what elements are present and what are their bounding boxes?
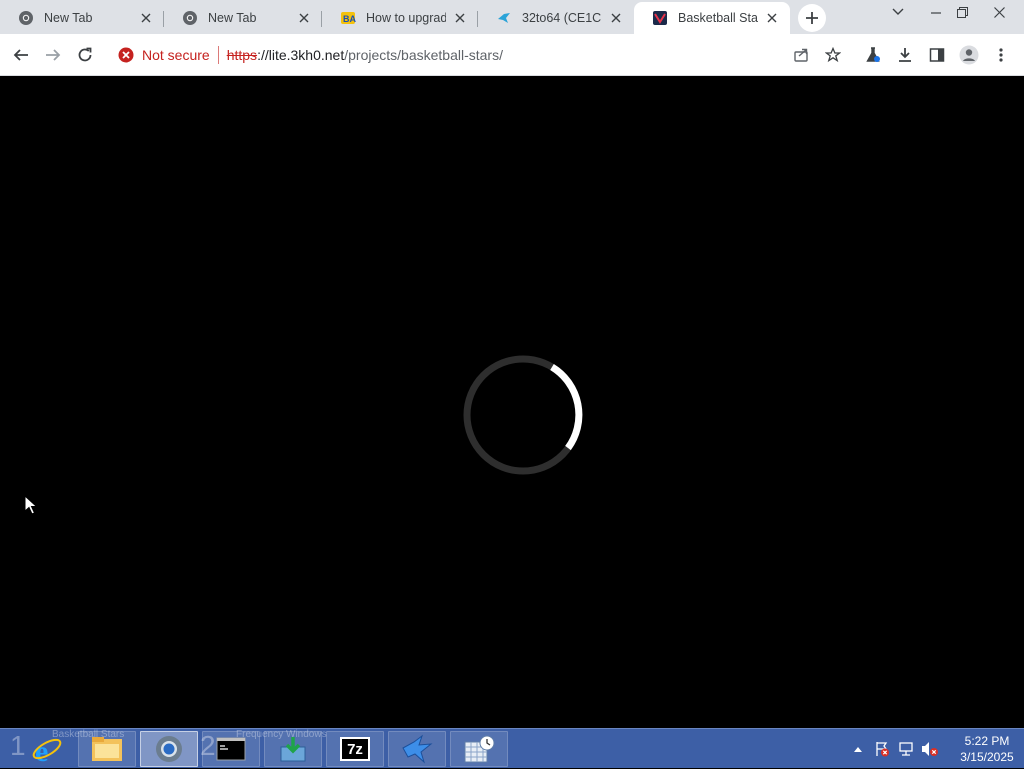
chrome-icon (18, 10, 34, 26)
folder-icon (92, 737, 122, 761)
plus-icon (806, 12, 818, 24)
internet-explorer-button[interactable]: e (18, 731, 76, 767)
profile-button[interactable] (954, 40, 984, 70)
security-indicator[interactable]: Not secure (118, 47, 210, 63)
menu-button[interactable] (986, 40, 1016, 70)
restore-button[interactable] (948, 0, 976, 24)
not-secure-label: Not secure (142, 47, 210, 63)
security-divider (217, 46, 219, 64)
minimize-button[interactable] (922, 0, 950, 24)
chevron-down-icon (892, 8, 904, 15)
restore-icon (956, 6, 968, 18)
url-host: ://lite.3kh0.net (257, 47, 345, 63)
address-bar[interactable]: Not secure https://lite.3kh0.net/project… (108, 38, 852, 72)
close-tab-icon[interactable] (296, 10, 312, 26)
calendar-clock-icon (464, 735, 495, 763)
close-tab-icon[interactable] (138, 10, 154, 26)
terminal-icon (216, 737, 246, 761)
url-text[interactable]: https://lite.3kh0.net/projects/basketbal… (227, 47, 503, 63)
tab-new-tab-2[interactable]: New Tab (164, 2, 322, 34)
command-prompt-button[interactable] (202, 731, 260, 767)
close-tab-icon[interactable] (764, 10, 780, 26)
windows-taskbar: 1 2 Basketball Stars Frequency Windows e… (0, 728, 1024, 768)
minimize-icon (931, 12, 941, 14)
not-secure-icon (118, 47, 134, 63)
site-favicon-icon: BA (340, 10, 356, 26)
7zip-button[interactable]: 7z (326, 731, 384, 767)
tab-title: New Tab (44, 11, 93, 25)
tab-strip: New Tab New Tab BA How to upgrade 32to64… (0, 0, 1024, 34)
system-tray: 5:22 PM 3/15/2025 (844, 729, 1024, 769)
close-tab-icon[interactable] (608, 10, 624, 26)
mouse-cursor-icon (24, 495, 38, 515)
tab-new-tab-1[interactable]: New Tab (0, 2, 164, 34)
show-hidden-icons-button[interactable] (848, 739, 868, 759)
tab-title: New Tab (208, 11, 257, 25)
star-icon (825, 47, 841, 63)
download-icon (899, 48, 911, 62)
bird-icon (402, 734, 433, 764)
side-panel-icon (929, 48, 945, 62)
action-center-tray-icon[interactable] (872, 739, 892, 759)
bird-app-button[interactable] (388, 731, 446, 767)
share-icon (794, 48, 808, 62)
svg-text:BA: BA (343, 14, 356, 24)
extensions-button[interactable] (858, 40, 888, 70)
forward-button[interactable] (38, 40, 68, 70)
arrow-right-icon (46, 49, 61, 61)
share-button[interactable] (786, 40, 816, 70)
installer-download-icon (280, 737, 306, 762)
tab-title: 32to64 (CE1CEC (522, 11, 602, 25)
file-explorer-button[interactable] (78, 731, 136, 767)
close-tab-icon[interactable] (452, 10, 468, 26)
network-tray-icon[interactable] (896, 739, 916, 759)
installer-button[interactable] (264, 731, 322, 767)
new-tab-button[interactable] (798, 4, 826, 32)
page-content[interactable] (0, 77, 1024, 728)
tab-how-to-upgrade[interactable]: BA How to upgrade (322, 2, 478, 34)
task-scheduler-button[interactable] (450, 731, 508, 767)
url-scheme: https (226, 47, 258, 63)
volume-tray-icon[interactable] (920, 739, 940, 759)
url-path: /projects/basketball-stars/ (344, 47, 503, 63)
basketball-stars-favicon-icon (652, 10, 668, 26)
browser-toolbar: Not secure https://lite.3kh0.net/project… (0, 34, 1024, 76)
internet-explorer-icon: e (32, 735, 62, 765)
chrome-icon (156, 736, 182, 762)
loading-spinner-icon (463, 355, 583, 475)
avatar-icon (959, 45, 979, 65)
flag-warning-icon (876, 742, 889, 757)
reload-icon (78, 47, 92, 62)
tab-search-button[interactable] (884, 0, 912, 24)
chrome-icon (182, 10, 198, 26)
kebab-menu-icon (999, 48, 1003, 62)
tab-title: Basketball Stars (678, 11, 758, 25)
chevron-up-icon (854, 747, 862, 752)
flask-icon (866, 47, 880, 62)
speaker-muted-icon (922, 742, 938, 756)
arrow-left-icon (13, 49, 28, 61)
7zip-icon: 7z (340, 737, 370, 761)
reload-button[interactable] (70, 40, 100, 70)
tab-title: How to upgrade (366, 11, 446, 25)
network-icon (899, 742, 913, 756)
close-window-button[interactable] (984, 0, 1014, 24)
close-icon (993, 6, 1005, 18)
tab-32to64[interactable]: 32to64 (CE1CEC (478, 2, 634, 34)
back-button[interactable] (6, 40, 36, 70)
clock-date: 3/15/2025 (960, 750, 1014, 764)
side-panel-button[interactable] (922, 40, 952, 70)
tab-basketball-stars[interactable]: Basketball Stars (634, 2, 790, 34)
bookmark-button[interactable] (818, 40, 848, 70)
clock[interactable]: 5:22 PM 3/15/2025 (950, 733, 1024, 765)
chrome-taskbar-button[interactable] (140, 731, 198, 767)
bird-favicon-icon (496, 10, 512, 26)
clock-time: 5:22 PM (964, 734, 1010, 748)
downloads-button[interactable] (890, 40, 920, 70)
